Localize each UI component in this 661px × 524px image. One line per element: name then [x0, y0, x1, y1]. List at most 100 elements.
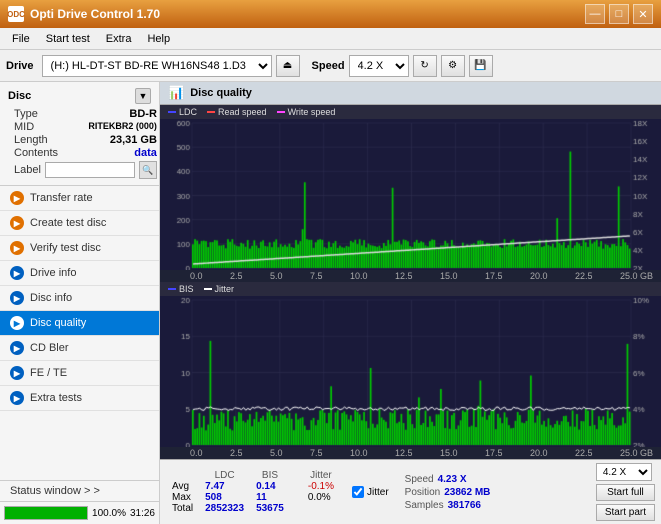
menu-file[interactable]: File: [4, 28, 38, 49]
legend-ldc: LDC: [168, 107, 197, 117]
contents-label: Contents: [14, 147, 58, 159]
disc-info-panel: Disc ▼ Type BD-R MID: [0, 82, 159, 186]
close-button[interactable]: ✕: [633, 4, 653, 24]
menu-start-test[interactable]: Start test: [38, 28, 98, 49]
chart-header: 📊 Disc quality: [160, 82, 661, 105]
samples-value: 381766: [448, 500, 481, 511]
nav-icon-cd-bler: ▶: [10, 341, 24, 355]
jitter-checkbox-label: Jitter: [367, 487, 389, 498]
progress-bar-outer: [4, 506, 88, 520]
speed-select[interactable]: 4.2 X: [349, 55, 409, 77]
nav-item-disc-info[interactable]: ▶ Disc info: [0, 286, 159, 311]
jitter-checkbox-row: Jitter: [352, 486, 389, 498]
nav-icon-fe-te: ▶: [10, 366, 24, 380]
legend-jitter-label: Jitter: [215, 284, 235, 294]
sidebar: Disc ▼ Type BD-R MID: [0, 82, 160, 524]
bottom-chart-area: BIS Jitter 0.02.55.07.510.012.515.017.52…: [160, 282, 661, 459]
jitter-section: Jitter: [352, 486, 389, 498]
chart-title: Disc quality: [190, 87, 252, 99]
refresh-button[interactable]: ↻: [413, 55, 437, 77]
start-part-button[interactable]: Start part: [596, 504, 655, 521]
status-window-label: Status window > >: [10, 485, 100, 497]
col-ldc: LDC: [199, 470, 250, 481]
speed-info-label: Speed: [405, 474, 434, 485]
menu-help[interactable]: Help: [139, 28, 178, 49]
nav-item-verify-test-disc[interactable]: ▶ Verify test disc: [0, 236, 159, 261]
mid-value: RITEKBR2 (000): [88, 121, 157, 133]
nav-label-transfer-rate: Transfer rate: [30, 192, 93, 204]
nav-item-fe-te[interactable]: ▶ FE / TE: [0, 361, 159, 386]
col-jitter-header: Jitter: [302, 470, 340, 481]
speed-label: Speed: [312, 60, 345, 72]
max-bis: 11: [250, 492, 290, 503]
legend-write-speed: Write speed: [277, 107, 336, 117]
start-full-button[interactable]: Start full: [596, 484, 655, 501]
save-button[interactable]: 💾: [469, 55, 493, 77]
window-controls: — □ ✕: [585, 4, 653, 24]
legend-bis-label: BIS: [179, 284, 194, 294]
nav-label-disc-info: Disc info: [30, 292, 72, 304]
charts-container: LDC Read speed Write speed: [160, 105, 661, 524]
nav-label-create-test-disc: Create test disc: [30, 217, 106, 229]
bottom-legend: BIS Jitter: [160, 282, 661, 296]
total-ldc: 2852323: [199, 503, 250, 514]
length-label: Length: [14, 134, 48, 146]
status-window-btn[interactable]: Status window > >: [0, 481, 159, 502]
nav-icon-extra-tests: ▶: [10, 391, 24, 405]
legend-read-speed: Read speed: [207, 107, 267, 117]
label-input[interactable]: [45, 162, 135, 178]
speed-combo-select[interactable]: 4.2 X: [596, 463, 652, 481]
jitter-checkbox[interactable]: [352, 486, 364, 498]
nav-label-extra-tests: Extra tests: [30, 392, 82, 404]
avg-bis: 0.14: [250, 481, 290, 492]
toolbar: Drive (H:) HL-DT-ST BD-RE WH16NS48 1.D3 …: [0, 50, 661, 82]
nav-item-cd-bler[interactable]: ▶ CD Bler: [0, 336, 159, 361]
drive-label: Drive: [6, 60, 34, 72]
progress-bar-inner: [5, 507, 87, 519]
maximize-button[interactable]: □: [609, 4, 629, 24]
max-jitter: 0.0%: [302, 492, 340, 503]
start-buttons: 4.2 X Start full Start part: [596, 463, 655, 521]
avg-label: Avg: [166, 481, 199, 492]
nav-item-disc-quality[interactable]: ▶ Disc quality: [0, 311, 159, 336]
stats-table: LDC BIS Jitter Avg 7.47 0.14 -0.1% Max: [166, 470, 340, 514]
legend-jitter: Jitter: [204, 284, 235, 294]
disc-options-btn[interactable]: ▼: [135, 88, 151, 104]
chart-icon: 📊: [168, 85, 184, 101]
main-content: Disc ▼ Type BD-R MID: [0, 82, 661, 524]
nav-icon-drive-info: ▶: [10, 266, 24, 280]
type-value: BD-R: [129, 108, 157, 120]
type-label: Type: [14, 108, 38, 120]
menu-bar: File Start test Extra Help: [0, 28, 661, 50]
legend-bis: BIS: [168, 284, 194, 294]
nav-label-drive-info: Drive info: [30, 267, 76, 279]
nav-icon-transfer-rate: ▶: [10, 191, 24, 205]
progress-area: 100.0% 31:26: [0, 502, 159, 524]
top-chart-canvas-container: [160, 119, 661, 270]
sidebar-nav: ▶ Transfer rate ▶ Create test disc ▶ Ver…: [0, 186, 159, 480]
position-value: 23862 MB: [444, 487, 490, 498]
top-legend: LDC Read speed Write speed: [160, 105, 661, 119]
minimize-button[interactable]: —: [585, 4, 605, 24]
nav-item-extra-tests[interactable]: ▶ Extra tests: [0, 386, 159, 411]
nav-item-transfer-rate[interactable]: ▶ Transfer rate: [0, 186, 159, 211]
nav-label-fe-te: FE / TE: [30, 367, 67, 379]
max-ldc: 508: [199, 492, 250, 503]
nav-label-verify-test-disc: Verify test disc: [30, 242, 101, 254]
drive-select[interactable]: (H:) HL-DT-ST BD-RE WH16NS48 1.D3: [42, 55, 272, 77]
col-bis: BIS: [250, 470, 290, 481]
speed-info-value: 4.23 X: [438, 474, 467, 485]
legend-read-label: Read speed: [218, 107, 267, 117]
label-search-btn[interactable]: 🔍: [139, 161, 157, 179]
max-label: Max: [166, 492, 199, 503]
settings-button[interactable]: ⚙: [441, 55, 465, 77]
menu-extra[interactable]: Extra: [98, 28, 140, 49]
total-label: Total: [166, 503, 199, 514]
nav-item-drive-info[interactable]: ▶ Drive info: [0, 261, 159, 286]
nav-icon-disc-quality: ▶: [10, 316, 24, 330]
eject-button[interactable]: ⏏: [276, 55, 300, 77]
nav-label-disc-quality: Disc quality: [30, 317, 86, 329]
top-chart-canvas: [160, 119, 661, 270]
nav-item-create-test-disc[interactable]: ▶ Create test disc: [0, 211, 159, 236]
nav-icon-create-test-disc: ▶: [10, 216, 24, 230]
